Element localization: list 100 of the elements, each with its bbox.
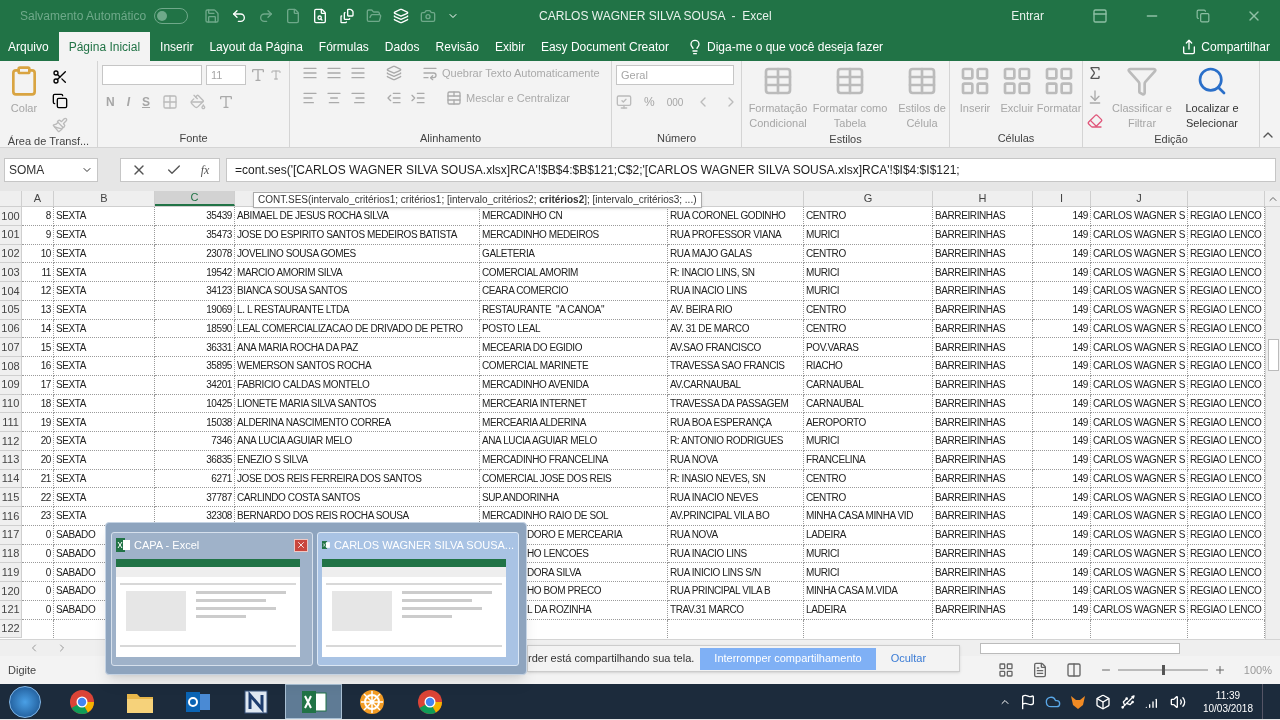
table-cell-text: CARLOS WAGNER S [1093, 265, 1185, 280]
ribbon-tab[interactable]: Revisão [427, 32, 487, 61]
table-cell-text: WEMERSON SANTOS ROCHA [237, 359, 372, 374]
wrap-text-icon [422, 65, 438, 82]
column-header[interactable]: C [155, 191, 235, 206]
formula-field[interactable]: =cont.ses('[CARLOS WAGNER SILVA SOUSA.xlsx]RCA'!$B$4:$B$121;C$2;'[CARLOS WAGNER SILVA SOUSA.xlsx]RCA'!$I$4:$I$121; [226, 158, 1276, 182]
ribbon-tab[interactable]: Dados [376, 32, 428, 61]
close-button[interactable] [294, 538, 308, 552]
table-cell-text: COMERCIAL MARINETE [482, 359, 589, 374]
insert-function-button[interactable]: fx [200, 161, 210, 179]
table-cell-text: GALETERIA [482, 246, 535, 261]
autosum-icon[interactable] [1087, 65, 1103, 81]
table-cell-text: 149 [1072, 453, 1088, 468]
table-cell-text: 36835 [206, 453, 232, 468]
fill-icon[interactable] [1087, 89, 1103, 105]
save-icon[interactable] [204, 8, 221, 24]
row-header[interactable]: 116 [0, 507, 22, 526]
table-cell-text: BARREIRINHAS [935, 471, 1006, 486]
zoom-in-icon[interactable] [1213, 664, 1226, 676]
table-cell-text: MERCADINHO CN [482, 209, 563, 224]
page-break-icon[interactable] [1065, 662, 1082, 678]
shrink-font-icon[interactable] [270, 69, 282, 81]
ribbon-tab[interactable]: Arquivo [0, 32, 57, 61]
ribbon-tab[interactable]: Layout da Página [201, 32, 311, 61]
table-cell-text: CENTRO [806, 321, 846, 336]
table-cell-text: 149 [1072, 490, 1088, 505]
table-cell-text: 149 [1072, 528, 1088, 543]
table-cell-text: MURICI [806, 434, 840, 449]
horizontal-scrollbar[interactable] [980, 642, 1180, 654]
spreadsheet-icon[interactable] [299, 688, 328, 715]
row-header[interactable]: 112 [0, 432, 22, 451]
page-layout-icon[interactable] [1031, 662, 1048, 678]
fill-color-icon[interactable] [190, 94, 207, 110]
column-header[interactable]: G [804, 191, 933, 206]
column-header[interactable]: I [1033, 191, 1091, 206]
wheel-icon[interactable] [357, 687, 386, 716]
eraser-icon[interactable] [1087, 113, 1103, 129]
camera-icon[interactable] [420, 8, 437, 24]
table-cell-text: SABADO [56, 584, 96, 599]
copy-icon[interactable] [52, 93, 68, 109]
tell-me-field[interactable]: Diga-me o que você deseja fazer [707, 37, 884, 56]
redo-icon[interactable] [258, 8, 275, 24]
share-button[interactable]: Compartilhar [1181, 32, 1270, 61]
box-icon[interactable] [1094, 693, 1111, 710]
find-select-button[interactable]: Localizar e Selecionar [1181, 65, 1243, 131]
ribbon-tab[interactable]: Fórmulas [310, 32, 377, 61]
table-cell-text: CARLOS WAGNER S [1093, 471, 1185, 486]
row-header[interactable]: 103 [0, 263, 22, 282]
font-name-field[interactable] [102, 65, 202, 85]
normal-view-icon[interactable] [997, 662, 1014, 678]
ribbon-tab[interactable]: Inserir [152, 32, 202, 61]
name-box[interactable]: SOMA [4, 158, 98, 182]
ribbon-tab[interactable]: Easy Document Creator [532, 32, 677, 61]
row-header[interactable]: 111 [0, 413, 22, 432]
ribbon-tab[interactable]: Página Inicial [58, 32, 151, 61]
device-icon[interactable] [1119, 693, 1136, 710]
browser-icon[interactable] [415, 687, 444, 716]
row-header[interactable]: 115 [0, 488, 22, 507]
row-header[interactable]: 108 [0, 357, 22, 376]
hide-link[interactable]: Ocultar [890, 650, 927, 667]
fox-icon[interactable] [1069, 693, 1086, 710]
table-cell-text: 149 [1072, 565, 1088, 580]
start-button[interactable] [9, 685, 41, 718]
ribbon-tab[interactable]: Exibir [486, 32, 533, 61]
browser-icon[interactable] [67, 687, 96, 716]
scissors-icon[interactable] [52, 69, 68, 85]
restore-icon[interactable] [1196, 9, 1210, 23]
table-cell-text: HO LENCOES [527, 546, 589, 561]
grow-font-icon[interactable] [250, 67, 266, 83]
format-painter-icon[interactable] [52, 117, 68, 133]
flag-icon[interactable] [1019, 693, 1036, 710]
row-header[interactable]: 100 [0, 207, 22, 226]
table-cell-text: 16 [40, 359, 51, 374]
print-preview-icon[interactable] [312, 8, 329, 24]
speaker-icon[interactable] [1169, 693, 1186, 710]
table-cell-text: MERCEARIA ALDERINA [482, 415, 586, 430]
ribbon-display-icon[interactable] [1092, 8, 1108, 24]
column-header[interactable]: A [22, 191, 54, 206]
scrollbar-thumb[interactable] [1268, 339, 1279, 371]
notes-icon[interactable] [241, 687, 270, 716]
table-cell-text: L. L RESTAURANTE LTDA [237, 303, 349, 318]
lightbulb-icon[interactable] [687, 38, 703, 55]
row-header[interactable]: 120 [0, 582, 22, 601]
new-file-icon[interactable] [285, 8, 302, 24]
row-header[interactable]: 107 [0, 338, 22, 357]
table-cell-text: BARREIRINHAS [935, 340, 1006, 355]
table-cell-text: POSTO LEAL [482, 321, 541, 336]
row-header[interactable]: 119 [0, 563, 22, 582]
row-header[interactable]: 104 [0, 282, 22, 301]
column-header[interactable]: H [933, 191, 1033, 206]
filter-icon [1126, 65, 1158, 97]
font-color-icon[interactable] [218, 94, 235, 110]
column-header[interactable]: J [1091, 191, 1188, 206]
undo-icon[interactable] [231, 8, 248, 24]
table-cell-text: ANA MARIA ROCHA DA PAZ [237, 340, 359, 355]
table-cell-text: 149 [1072, 546, 1088, 561]
document-icon[interactable] [339, 8, 356, 24]
table-cell-text: 21 [40, 471, 51, 486]
group-label: Área de Transf... [7, 134, 90, 149]
sign-in-link[interactable]: Entrar [1011, 7, 1044, 25]
